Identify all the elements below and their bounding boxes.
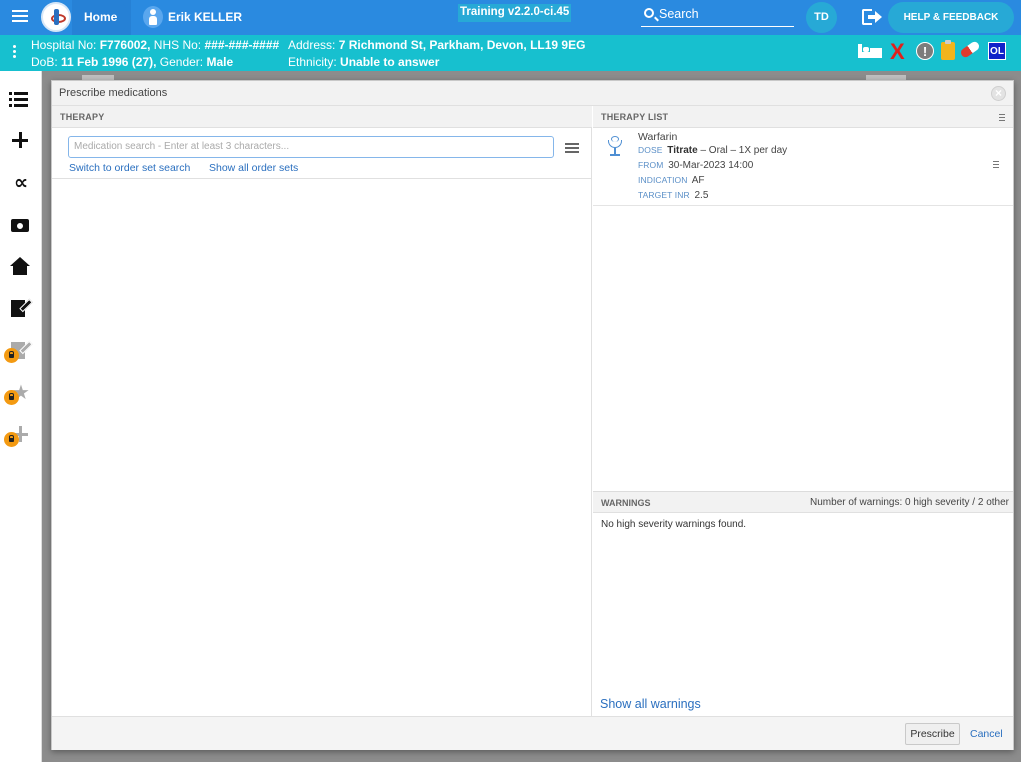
medication-search-input[interactable]: Medication search - Enter at least 3 cha… (68, 136, 554, 158)
user-avatar[interactable]: TD (806, 2, 837, 33)
help-feedback-button[interactable]: HELP & FEEDBACK (888, 2, 1014, 33)
pill-icon[interactable] (959, 40, 981, 59)
patient-address-line: Address: 7 Richmond St, Parkham, Devon, … (288, 38, 585, 52)
therapy-indication: INDICATION AF (638, 175, 705, 186)
indication-key: INDICATION (638, 175, 688, 185)
therapy-list-item[interactable]: Warfarin DOSE Titrate – Oral – 1X per da… (593, 128, 1013, 206)
cancel-button[interactable]: Cancel (970, 728, 1003, 740)
dialog-footer: Prescribe Cancel (52, 716, 1013, 750)
allergy-x-icon[interactable]: X (890, 41, 908, 63)
stethoscope-icon[interactable]: ∝ (9, 171, 33, 195)
gender-label: Gender: (159, 55, 204, 69)
patient-ids-line: Hospital No: F776002, NHS No: ###-###-##… (31, 38, 279, 52)
gender-value: Male (206, 55, 234, 69)
indication-value: AF (691, 175, 705, 186)
search-label: Search (659, 7, 699, 21)
app-logo[interactable] (41, 2, 71, 32)
dob-value: 11 Feb 1996 (27), (61, 55, 157, 69)
therapy-list-panel: THERAPY LIST Warfarin DOSE Titrate – Ora… (593, 106, 1013, 716)
plus-icon[interactable] (9, 129, 33, 153)
therapy-target-inr: TARGET INR 2.5 (638, 190, 708, 201)
document-edit-icon[interactable] (9, 297, 33, 321)
address-label: Address: (288, 38, 336, 52)
kebab-menu-icon[interactable] (13, 45, 16, 60)
hamburger-menu-icon[interactable] (10, 7, 34, 27)
bed-icon[interactable] (858, 44, 882, 58)
search-options-menu-icon[interactable] (565, 143, 579, 155)
breadcrumb-arrow (121, 0, 131, 34)
warnings-title: WARNINGS (601, 498, 651, 508)
address-value: 7 Richmond St, Parkham, Devon, LL19 9EG (338, 38, 586, 52)
therapy-item-menu-icon[interactable] (993, 161, 999, 170)
clipboard-icon[interactable] (941, 40, 955, 60)
lock-icon (4, 348, 19, 363)
top-bar: Home Erik KELLER Training v2.2.0-ci.45 S… (0, 0, 1021, 35)
home-icon[interactable] (9, 255, 33, 279)
target-inr-value: 2.5 (694, 190, 709, 201)
dose-route-frequency: – Oral – 1X per day (697, 145, 788, 156)
dob-label: DoB: (31, 55, 58, 69)
close-icon[interactable]: × (991, 86, 1006, 101)
hospital-no-value: F776002, (99, 38, 151, 52)
left-sidebar: ∝ ★ (0, 71, 42, 762)
lock-icon (4, 390, 19, 405)
target-inr-key: TARGET INR (638, 190, 690, 200)
dose-key: DOSE (638, 145, 663, 155)
ethnicity-label: Ethnicity: (288, 55, 337, 69)
therapy-name: Warfarin (638, 131, 678, 143)
patient-banner: Hospital No: F776002, NHS No: ###-###-##… (0, 35, 1021, 71)
show-all-order-sets-link[interactable]: Show all order sets (209, 162, 298, 174)
therapy-list-header: THERAPY LIST (593, 106, 1013, 128)
prescribe-button[interactable]: Prescribe (905, 723, 960, 745)
dialog-header: Prescribe medications × (52, 81, 1013, 106)
patient-person-icon (143, 6, 163, 28)
patient-dob-line: DoB: 11 Feb 1996 (27), Gender: Male (31, 55, 233, 69)
warnings-count: Number of warnings: 0 high severity / 2 … (810, 497, 1009, 508)
training-version-badge: Training v2.2.0-ci.45 (458, 4, 572, 22)
therapy-dose: DOSE Titrate – Oral – 1X per day (638, 145, 787, 156)
nhs-no-label: NHS No: (153, 38, 202, 52)
from-key: FROM (638, 160, 664, 170)
nhs-no-value: ###-###-#### (204, 38, 280, 52)
warnings-header: WARNINGS Number of warnings: 0 high seve… (593, 491, 1013, 513)
therapy-from: FROM 30-Mar-2023 14:00 (638, 160, 753, 171)
divider (52, 178, 592, 179)
no-warnings-message: No high severity warnings found. (601, 519, 747, 530)
logout-icon[interactable] (862, 9, 882, 25)
hospital-no-label: Hospital No: (31, 38, 97, 52)
dose-value: Titrate (667, 145, 698, 156)
from-value: 30-Mar-2023 14:00 (668, 160, 754, 171)
global-search[interactable]: Search (641, 5, 794, 27)
dialog-title: Prescribe medications (59, 87, 168, 99)
medication-icon (606, 136, 626, 158)
lock-icon (4, 432, 19, 447)
camera-icon[interactable] (9, 213, 33, 237)
show-all-warnings-link[interactable]: Show all warnings (600, 697, 701, 711)
therapy-section-header: THERAPY (52, 106, 592, 128)
search-icon (644, 8, 654, 18)
patient-ethnicity-line: Ethnicity: Unable to answer (288, 55, 439, 69)
breadcrumb-patient-name[interactable]: Erik KELLER (168, 10, 242, 24)
prescribe-medications-dialog: Prescribe medications × THERAPY Medicati… (51, 80, 1014, 750)
list-icon[interactable] (9, 87, 33, 111)
therapy-list-menu-icon[interactable] (999, 114, 1005, 123)
alert-icon[interactable]: ! (916, 42, 934, 60)
therapy-panel: THERAPY Medication search - Enter at lea… (52, 106, 592, 716)
ol-badge-icon[interactable]: OL (988, 42, 1006, 60)
switch-order-set-link[interactable]: Switch to order set search (69, 162, 190, 174)
ethnicity-value: Unable to answer (340, 55, 440, 69)
